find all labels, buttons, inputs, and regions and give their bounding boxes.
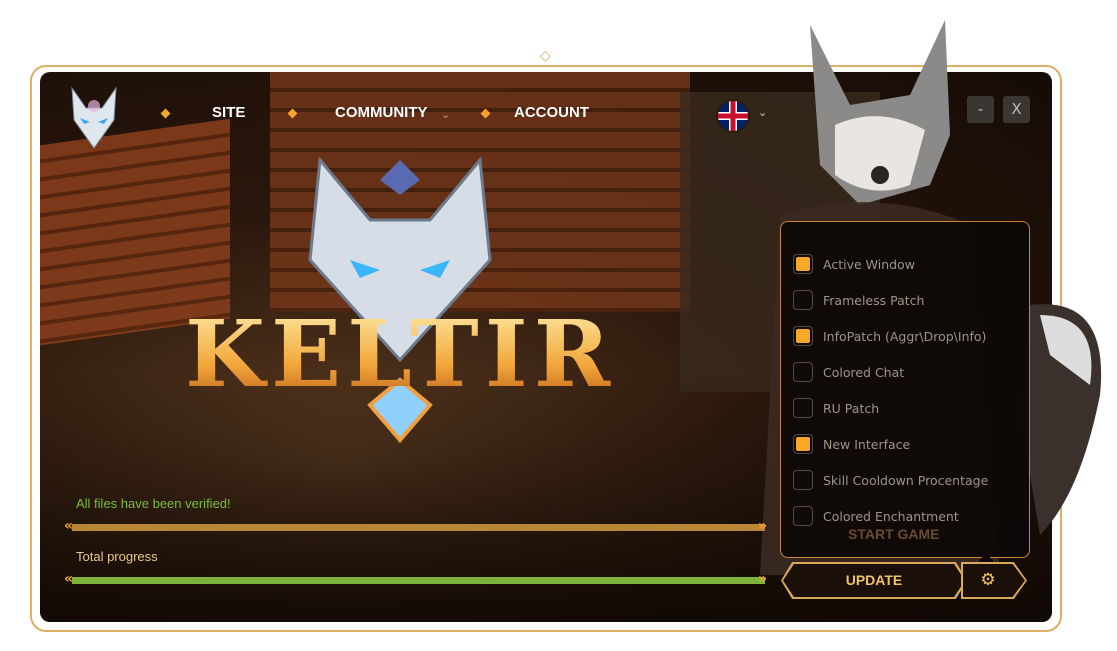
setting-label: Skill Cooldown Procentage	[823, 472, 989, 488]
checkbox[interactable]	[793, 434, 813, 454]
setting-option[interactable]: Frameless Patch	[793, 289, 924, 311]
setting-label: Colored Enchantment	[823, 508, 959, 524]
total-progress-fill	[72, 577, 765, 584]
minimize-button[interactable]: -	[967, 96, 994, 123]
total-progress-label: Total progress	[76, 549, 158, 564]
setting-label: InfoPatch (Aggr\Drop\Info)	[823, 328, 987, 344]
checkbox[interactable]	[793, 326, 813, 346]
chevron-down-icon[interactable]: ⌄	[441, 108, 450, 121]
bar-right-cap: »	[758, 518, 768, 534]
bar-right-cap: »	[758, 571, 768, 587]
close-button[interactable]: X	[1003, 96, 1030, 123]
nav-account[interactable]: ACCOUNT	[514, 104, 589, 121]
setting-option[interactable]: Active Window	[793, 253, 915, 275]
checkbox[interactable]	[793, 506, 813, 526]
setting-option[interactable]: Colored Chat	[793, 361, 904, 383]
keltir-logo-text: KELTIR	[185, 300, 617, 408]
setting-option[interactable]: Colored Enchantment	[793, 505, 959, 527]
nav-site[interactable]: SITE	[212, 104, 245, 121]
file-progress-fill	[72, 524, 765, 531]
setting-label: New Interface	[823, 436, 911, 452]
checkbox[interactable]	[793, 254, 813, 274]
checkbox[interactable]	[793, 290, 813, 310]
file-progress-bar	[72, 524, 765, 531]
total-progress-bar	[72, 577, 765, 584]
checkbox[interactable]	[793, 470, 813, 490]
settings-panel: Active Window Frameless Patch InfoPatch (A…	[780, 221, 1030, 558]
checkbox[interactable]	[793, 362, 813, 382]
settings-button[interactable]: ⚙	[963, 564, 1025, 597]
gear-icon: ⚙	[980, 570, 996, 590]
nav-community[interactable]: COMMUNITY	[335, 104, 428, 121]
setting-option[interactable]: RU Patch	[793, 397, 879, 419]
checkbox[interactable]	[793, 398, 813, 418]
frame-ornament: ◇	[540, 48, 551, 64]
setting-label: RU Patch	[823, 400, 880, 416]
setting-option[interactable]: New Interface	[793, 433, 910, 455]
setting-option[interactable]: Skill Cooldown Procentage	[793, 469, 988, 491]
wolf-logo-icon[interactable]	[64, 86, 124, 150]
verify-status: All files have been verified!	[76, 496, 231, 511]
update-button[interactable]: UPDATE	[783, 564, 965, 597]
setting-label: Frameless Patch	[823, 292, 925, 308]
setting-label: Colored Chat	[823, 364, 905, 380]
setting-label: Active Window	[823, 256, 915, 272]
start-game-button: START GAME	[848, 526, 940, 542]
setting-option[interactable]: InfoPatch (Aggr\Drop\Info)	[793, 325, 986, 347]
